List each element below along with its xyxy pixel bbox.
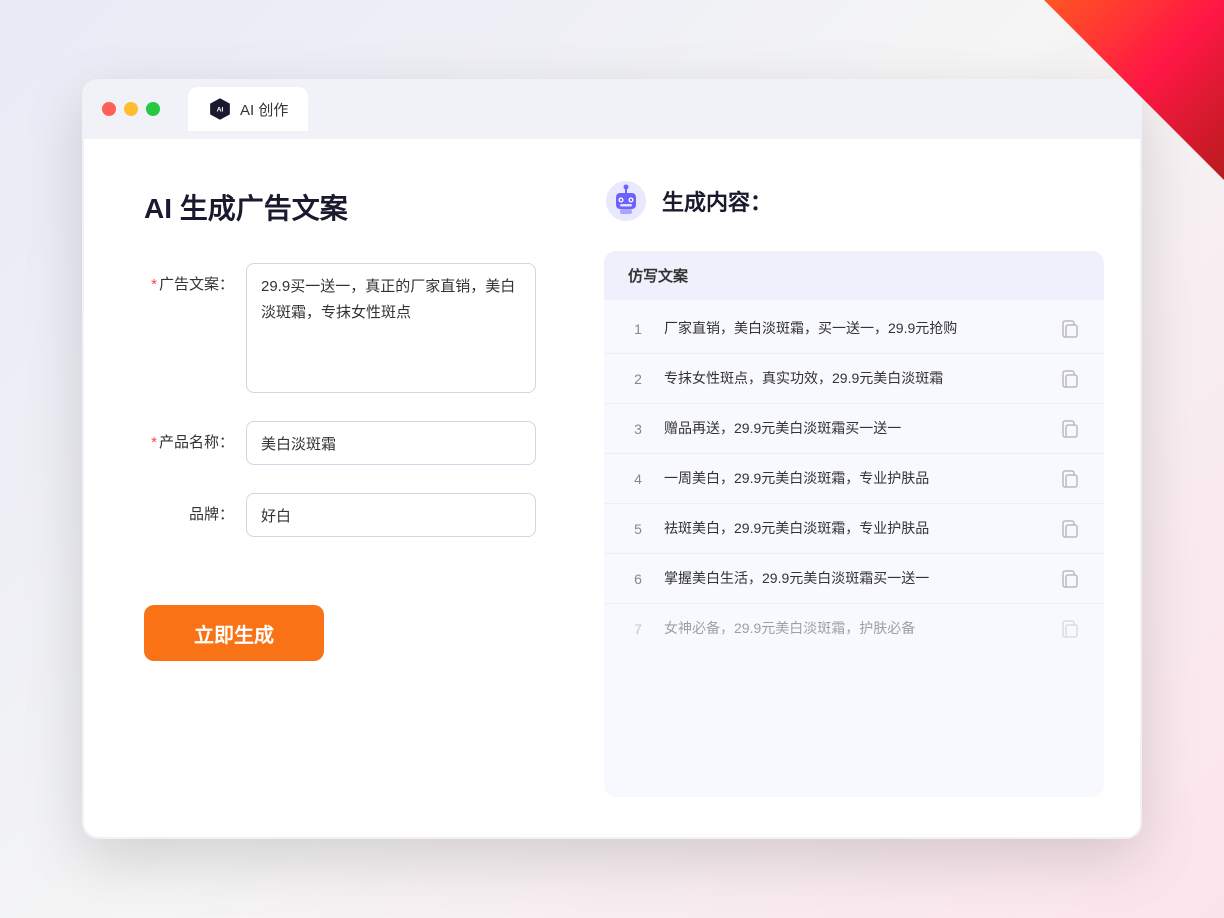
result-number: 7 — [628, 621, 648, 637]
left-panel: AI 生成广告文案 *广告文案： 29.9买一送一，真正的厂家直销，美白淡斑霜，… — [84, 139, 584, 837]
result-text: 女神必备，29.9元美白淡斑霜，护肤必备 — [664, 618, 1044, 639]
product-name-group: *产品名称： — [144, 421, 536, 465]
copy-icon[interactable] — [1060, 319, 1080, 339]
result-text: 专抹女性斑点，真实功效，29.9元美白淡斑霜 — [664, 368, 1044, 389]
copy-icon[interactable] — [1060, 569, 1080, 589]
result-number: 3 — [628, 421, 648, 437]
list-item: 4 一周美白，29.9元美白淡斑霜，专业护肤品 — [604, 454, 1104, 504]
close-button[interactable] — [102, 102, 116, 116]
right-panel: 生成内容： 仿写文案 1 厂家直销，美白淡斑霜，买一送一，29.9元抢购 2 专… — [584, 139, 1140, 837]
ad-copy-label: *广告文案： — [144, 263, 234, 294]
list-item: 7 女神必备，29.9元美白淡斑霜，护肤必备 — [604, 604, 1104, 653]
results-column-header: 仿写文案 — [628, 268, 688, 285]
browser-window: AI AI 创作 AI 生成广告文案 *广告文案： 29.9买一送一，真正的厂家… — [82, 79, 1142, 839]
brand-group: 品牌： — [144, 493, 536, 537]
list-item: 1 厂家直销，美白淡斑霜，买一送一，29.9元抢购 — [604, 304, 1104, 354]
ad-copy-required: * — [151, 276, 157, 293]
minimize-button[interactable] — [124, 102, 138, 116]
generate-button[interactable]: 立即生成 — [144, 605, 324, 661]
results-container: 仿写文案 1 厂家直销，美白淡斑霜，买一送一，29.9元抢购 2 专抹女性斑点，… — [604, 251, 1104, 797]
product-name-required: * — [151, 434, 157, 451]
content-area: AI 生成广告文案 *广告文案： 29.9买一送一，真正的厂家直销，美白淡斑霜，… — [84, 139, 1140, 837]
maximize-button[interactable] — [146, 102, 160, 116]
copy-icon[interactable] — [1060, 419, 1080, 439]
results-list: 1 厂家直销，美白淡斑霜，买一送一，29.9元抢购 2 专抹女性斑点，真实功效，… — [604, 300, 1104, 797]
result-number: 1 — [628, 321, 648, 337]
result-text: 赠品再送，29.9元美白淡斑霜买一送一 — [664, 418, 1044, 439]
ad-copy-group: *广告文案： 29.9买一送一，真正的厂家直销，美白淡斑霜，专抹女性斑点 — [144, 263, 536, 393]
result-number: 6 — [628, 571, 648, 587]
title-bar: AI AI 创作 — [82, 79, 1142, 139]
copy-icon[interactable] — [1060, 619, 1080, 639]
list-item: 6 掌握美白生活，29.9元美白淡斑霜买一送一 — [604, 554, 1104, 604]
tab-label: AI 创作 — [240, 99, 288, 120]
traffic-lights — [102, 102, 160, 116]
svg-text:AI: AI — [217, 107, 224, 114]
ai-tab-icon: AI — [208, 97, 232, 121]
result-number: 4 — [628, 471, 648, 487]
list-item: 5 祛斑美白，29.9元美白淡斑霜，专业护肤品 — [604, 504, 1104, 554]
brand-label: 品牌： — [144, 493, 234, 524]
ai-tab[interactable]: AI AI 创作 — [188, 87, 308, 131]
result-number: 2 — [628, 371, 648, 387]
result-number: 5 — [628, 521, 648, 537]
result-text: 祛斑美白，29.9元美白淡斑霜，专业护肤品 — [664, 518, 1044, 539]
result-text: 掌握美白生活，29.9元美白淡斑霜买一送一 — [664, 568, 1044, 589]
result-text: 厂家直销，美白淡斑霜，买一送一，29.9元抢购 — [664, 318, 1044, 339]
brand-input[interactable] — [246, 493, 536, 537]
page-title: AI 生成广告文案 — [144, 187, 536, 227]
robot-icon — [604, 179, 648, 223]
output-header: 生成内容： — [604, 179, 1104, 223]
results-header: 仿写文案 — [604, 251, 1104, 300]
result-text: 一周美白，29.9元美白淡斑霜，专业护肤品 — [664, 468, 1044, 489]
product-name-label: *产品名称： — [144, 421, 234, 452]
copy-icon[interactable] — [1060, 369, 1080, 389]
product-name-input[interactable] — [246, 421, 536, 465]
list-item: 2 专抹女性斑点，真实功效，29.9元美白淡斑霜 — [604, 354, 1104, 404]
ad-copy-input[interactable]: 29.9买一送一，真正的厂家直销，美白淡斑霜，专抹女性斑点 — [246, 263, 536, 393]
copy-icon[interactable] — [1060, 519, 1080, 539]
list-item: 3 赠品再送，29.9元美白淡斑霜买一送一 — [604, 404, 1104, 454]
copy-icon[interactable] — [1060, 469, 1080, 489]
output-title: 生成内容： — [662, 185, 772, 217]
